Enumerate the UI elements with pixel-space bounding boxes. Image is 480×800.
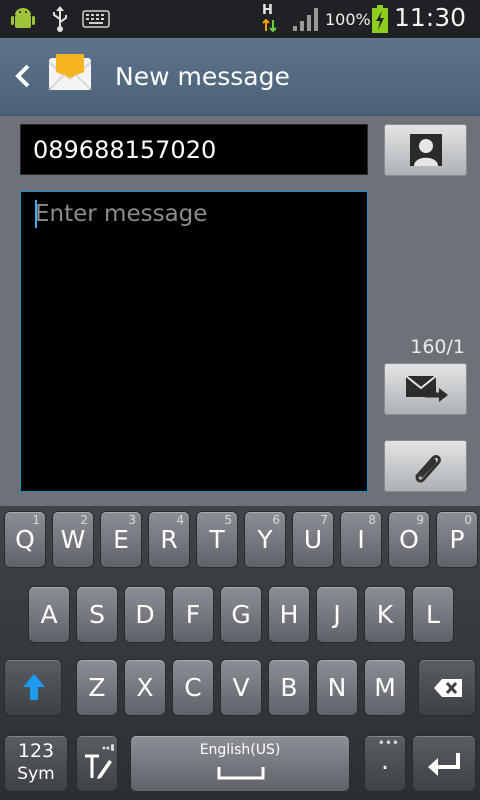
key-n[interactable]: N (316, 659, 358, 716)
network-type-indicator: H (262, 3, 273, 18)
recipient-field[interactable]: 089688157020 (20, 124, 368, 175)
key-t[interactable]: 5T (196, 511, 238, 568)
symbols-key-top: 123 (17, 740, 55, 762)
key-x[interactable]: X (124, 659, 166, 716)
attach-button[interactable] (384, 440, 467, 492)
key-a[interactable]: A (28, 586, 70, 643)
key-i[interactable]: 8I (340, 511, 382, 568)
contacts-button[interactable] (384, 124, 467, 176)
usb-icon (53, 6, 67, 32)
key-b[interactable]: B (268, 659, 310, 716)
recipient-value: 089688157020 (33, 136, 217, 164)
key-g[interactable]: G (220, 586, 262, 643)
key-p[interactable]: 0P (436, 511, 478, 568)
key-l[interactable]: L (412, 586, 454, 643)
screen-title: New message (115, 62, 290, 91)
key-y[interactable]: 6Y (244, 511, 286, 568)
key-m[interactable]: M (364, 659, 406, 716)
symbols-key[interactable]: 123 Sym (4, 735, 68, 792)
battery-charging-icon (372, 5, 388, 33)
key-w[interactable]: 2W (52, 511, 94, 568)
key-f[interactable]: F (172, 586, 214, 643)
action-bar: New message (0, 38, 480, 116)
key-v[interactable]: V (220, 659, 262, 716)
key-s[interactable]: S (76, 586, 118, 643)
send-button[interactable] (384, 363, 467, 415)
key-r[interactable]: 4R (148, 511, 190, 568)
handwriting-pen-icon (85, 744, 114, 779)
key-z[interactable]: Z (76, 659, 118, 716)
key-o[interactable]: 9O (388, 511, 430, 568)
backspace-key[interactable] (418, 659, 476, 716)
contact-person-icon (410, 134, 442, 166)
key-q[interactable]: 1Q (4, 511, 46, 568)
keyboard-notification-icon (82, 10, 110, 28)
key-k[interactable]: K (364, 586, 406, 643)
character-counter: 160/1 (410, 336, 465, 358)
battery-percent: 100% (325, 10, 371, 29)
enter-key[interactable] (412, 735, 476, 792)
space-bar-icon (217, 767, 265, 780)
data-activity-icon (262, 19, 277, 33)
shift-arrow-icon (23, 674, 45, 700)
key-h[interactable]: H (268, 586, 310, 643)
paperclip-icon (415, 455, 441, 483)
clock: 11:30 (393, 3, 466, 32)
handwriting-mode-key[interactable] (76, 735, 118, 792)
message-placeholder: Enter message (35, 201, 208, 227)
key-u[interactable]: 7U (292, 511, 334, 568)
space-language-label: English(US) (199, 742, 281, 758)
message-input[interactable]: Enter message (20, 191, 368, 492)
messages-app-icon[interactable] (48, 52, 92, 96)
android-debug-icon (11, 8, 35, 28)
send-message-icon (405, 375, 448, 402)
space-key[interactable]: English(US) (130, 735, 350, 792)
keyboard: 1Q 2W 3E 4R 5T 6Y 7U 8I 9O 0P A S D F G … (0, 506, 480, 800)
key-e[interactable]: 3E (100, 511, 142, 568)
signal-strength-icon (293, 8, 318, 31)
backspace-icon (434, 679, 462, 697)
shift-key[interactable] (4, 659, 62, 716)
compose-area: 089688157020 Enter message 160/1 (0, 116, 480, 506)
symbols-key-bottom: Sym (17, 764, 55, 784)
key-j[interactable]: J (316, 586, 358, 643)
period-key[interactable]: ••• . (364, 735, 406, 792)
back-arrow-icon[interactable] (8, 58, 38, 94)
key-d[interactable]: D (124, 586, 166, 643)
key-c[interactable]: C (172, 659, 214, 716)
status-bar: H 100% 11:30 (0, 0, 480, 38)
enter-arrow-icon (428, 753, 460, 776)
